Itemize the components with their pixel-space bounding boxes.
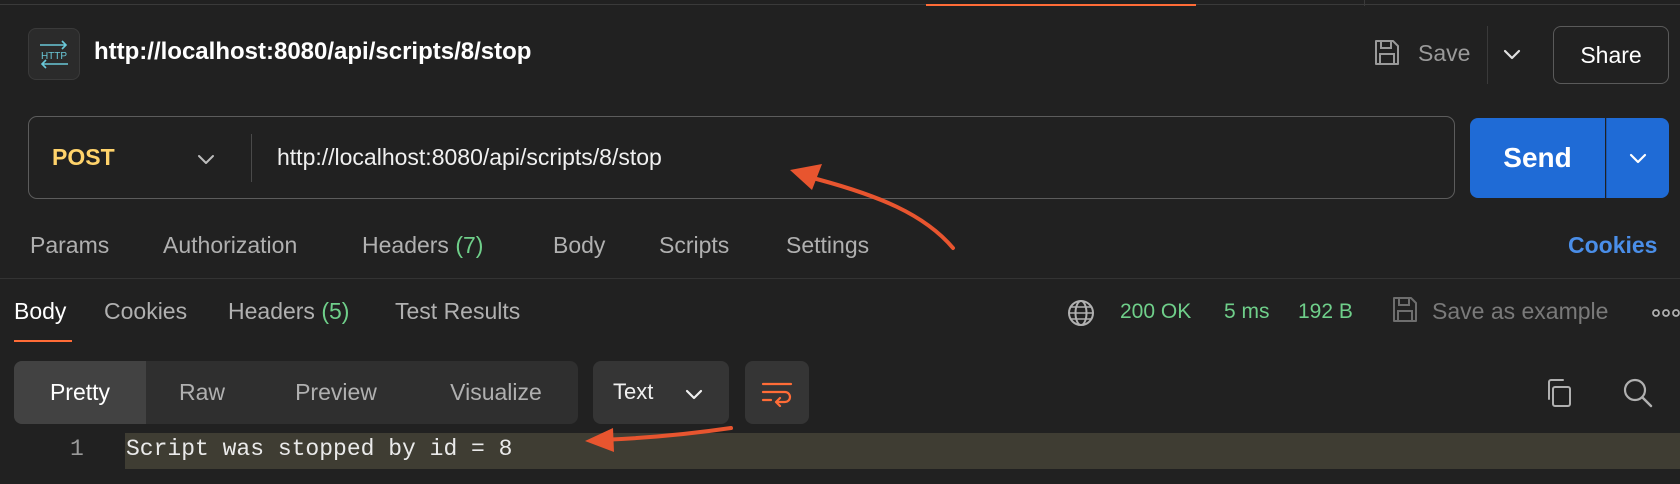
- url-divider: [251, 134, 252, 182]
- tab-authorization[interactable]: Authorization: [163, 232, 297, 259]
- tab-headers[interactable]: Headers (7): [362, 232, 483, 259]
- save-icon[interactable]: [1390, 295, 1420, 325]
- response-tab-headers-label: Headers: [228, 298, 315, 324]
- tab-scripts[interactable]: Scripts: [659, 232, 729, 259]
- copy-icon[interactable]: [1543, 377, 1575, 409]
- wrap-lines-icon: [761, 382, 793, 407]
- url-input[interactable]: http://localhost:8080/api/scripts/8/stop: [277, 144, 662, 171]
- tab-body[interactable]: Body: [553, 232, 605, 259]
- status-code[interactable]: 200 OK: [1120, 300, 1191, 324]
- response-time[interactable]: 5 ms: [1224, 300, 1270, 324]
- send-button[interactable]: Send: [1470, 118, 1605, 198]
- method-select[interactable]: POST: [52, 144, 115, 171]
- chevron-down-icon[interactable]: [194, 147, 218, 171]
- response-tab-headers-count: (5): [321, 298, 350, 324]
- view-mode-pretty[interactable]: Pretty: [14, 361, 146, 424]
- tab-headers-label: Headers: [362, 232, 449, 258]
- view-mode-preview[interactable]: Preview: [258, 361, 414, 424]
- top-tab-strip-line: [0, 4, 1680, 5]
- globe-icon[interactable]: [1066, 298, 1096, 328]
- cookies-link[interactable]: Cookies: [1568, 232, 1657, 259]
- tab-headers-count: (7): [455, 232, 484, 258]
- save-icon[interactable]: [1372, 38, 1402, 68]
- tab-params[interactable]: Params: [30, 232, 109, 259]
- chevron-down-icon[interactable]: [1500, 42, 1524, 66]
- send-options-button[interactable]: [1606, 118, 1669, 198]
- response-tab-headers[interactable]: Headers (5): [228, 298, 349, 325]
- format-select-label: Text: [613, 379, 654, 404]
- http-icon: HTTP: [28, 28, 80, 80]
- tab-settings[interactable]: Settings: [786, 232, 869, 259]
- search-icon[interactable]: [1622, 377, 1654, 409]
- response-tab-test-results[interactable]: Test Results: [395, 298, 520, 325]
- chevron-down-icon: [685, 389, 703, 400]
- more-options-icon[interactable]: [1652, 306, 1680, 320]
- response-size[interactable]: 192 B: [1298, 300, 1353, 324]
- response-body-line: Script was stopped by id = 8: [126, 436, 513, 462]
- share-button[interactable]: Share: [1553, 26, 1669, 84]
- view-mode-raw[interactable]: Raw: [146, 361, 258, 424]
- header-divider: [1487, 26, 1488, 84]
- section-divider: [0, 278, 1680, 279]
- save-button[interactable]: Save: [1418, 40, 1470, 67]
- save-as-example-button[interactable]: Save as example: [1432, 298, 1608, 325]
- active-tab-underline: [14, 340, 72, 342]
- chevron-down-icon: [1629, 153, 1647, 164]
- response-tab-cookies[interactable]: Cookies: [104, 298, 187, 325]
- url-bar: [28, 116, 1455, 199]
- top-tab-separator: [1364, 0, 1365, 6]
- response-tab-body[interactable]: Body: [14, 298, 66, 325]
- active-tab-indicator: [926, 4, 1196, 6]
- line-number: 1: [70, 436, 84, 462]
- wrap-lines-button[interactable]: [745, 361, 809, 424]
- view-mode-visualize[interactable]: Visualize: [414, 361, 578, 424]
- request-title: http://localhost:8080/api/scripts/8/stop: [94, 38, 532, 65]
